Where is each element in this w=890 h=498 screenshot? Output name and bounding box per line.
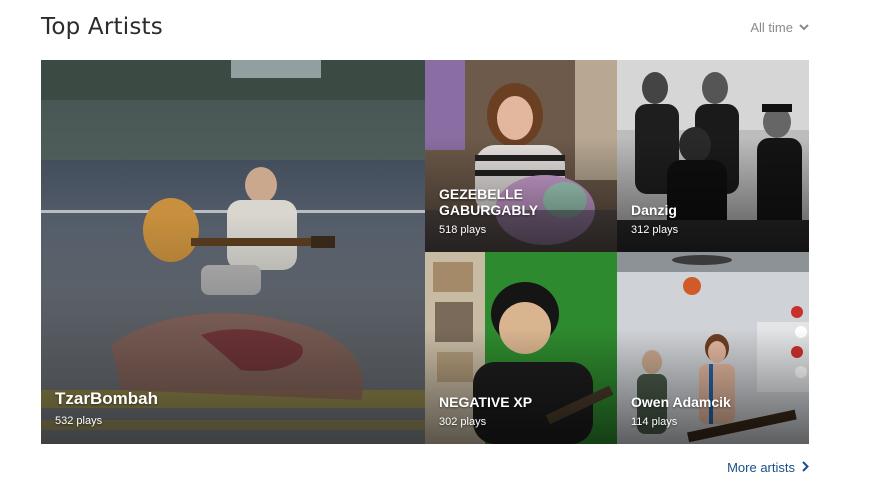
top-artists-header: Top Artists All time bbox=[41, 14, 809, 44]
artist-plays: 312 plays bbox=[631, 224, 679, 236]
artist-plays: 114 plays bbox=[631, 416, 678, 428]
artist-plays: 302 plays bbox=[439, 416, 487, 428]
time-range-dropdown[interactable]: All time bbox=[750, 20, 809, 35]
artist-name: NEGATIVE XP bbox=[439, 393, 533, 410]
artist-name: GEZEBELLE GABURGABLY bbox=[439, 185, 539, 218]
chevron-down-icon bbox=[799, 24, 809, 31]
chevron-right-icon bbox=[802, 460, 809, 475]
artist-tile-owen-adamcik[interactable]: Owen Adamcik 114 plays bbox=[617, 252, 809, 444]
artist-tile-negative-xp[interactable]: NEGATIVE XP 302 plays bbox=[425, 252, 617, 444]
artist-plays: 532 plays bbox=[55, 415, 103, 427]
time-range-label: All time bbox=[750, 20, 793, 35]
artist-tile-gezebelle-gaburgably[interactable]: GEZEBELLE GABURGABLY 518 plays bbox=[425, 60, 617, 252]
artist-grid: TzarBombah 532 plays GEZEBELLE GABURGABL… bbox=[41, 60, 809, 444]
section-title: Top Artists bbox=[41, 14, 163, 40]
more-artists-label: More artists bbox=[727, 460, 795, 475]
more-artists-link[interactable]: More artists bbox=[727, 460, 809, 475]
artist-tile-danzig[interactable]: Danzig 312 plays bbox=[617, 60, 809, 252]
artist-tile-tzarbombah[interactable]: TzarBombah 532 plays bbox=[41, 60, 425, 444]
artist-plays: 518 plays bbox=[439, 224, 487, 236]
artist-name: Danzig bbox=[631, 201, 677, 218]
artist-name: Owen Adamcik bbox=[631, 393, 731, 410]
artist-name: TzarBombah bbox=[55, 389, 158, 409]
tile-gradient bbox=[41, 213, 425, 444]
